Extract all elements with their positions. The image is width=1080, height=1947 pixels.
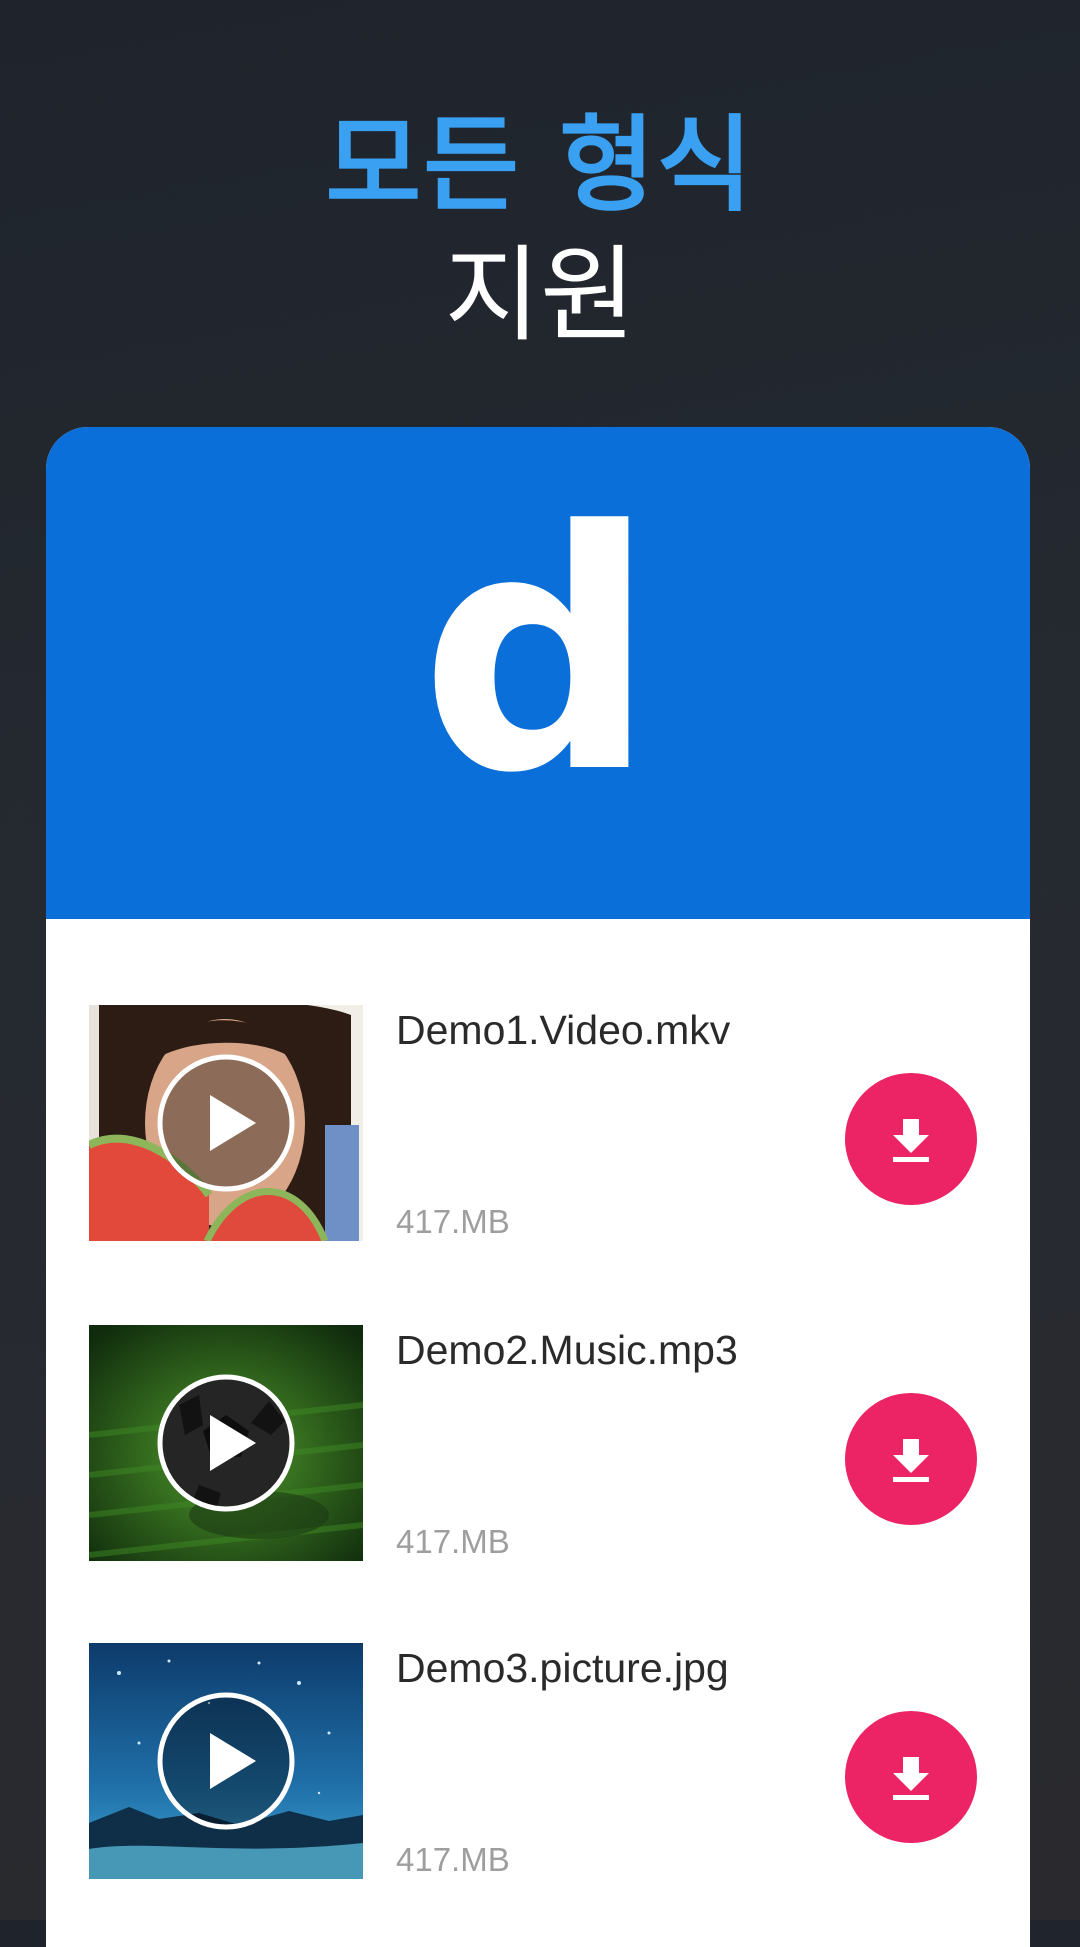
download-icon xyxy=(893,1757,929,1800)
play-icon[interactable] xyxy=(156,1373,296,1513)
file-name: Demo1.Video.mkv xyxy=(396,1007,731,1053)
picture-thumbnail[interactable] xyxy=(89,1643,363,1879)
play-icon[interactable] xyxy=(156,1053,296,1193)
brand-banner: d xyxy=(46,427,1030,919)
download-button[interactable] xyxy=(845,1073,977,1205)
file-size: 417.MB xyxy=(396,1523,510,1560)
play-icon[interactable] xyxy=(156,1691,296,1831)
download-icon xyxy=(893,1439,929,1482)
file-name: Demo3.picture.jpg xyxy=(396,1645,729,1691)
file-name: Demo2.Music.mp3 xyxy=(396,1327,738,1373)
brand-logo: d xyxy=(420,461,656,845)
headline-subtitle: 지원 xyxy=(444,234,636,356)
file-row[interactable]: Demo3.picture.jpg 417.MB xyxy=(46,1643,1030,1879)
file-row[interactable]: Demo2.Music.mp3 417.MB xyxy=(46,1325,1030,1561)
headline: 모든 형식 지원 xyxy=(0,100,1080,360)
file-size: 417.MB xyxy=(396,1203,510,1240)
file-size: 417.MB xyxy=(396,1841,510,1878)
download-button[interactable] xyxy=(845,1393,977,1525)
brand-logo-letter: d xyxy=(420,461,656,845)
file-list-card: d Demo1.Video.mkv 417.MB Demo2.Music.mp3… xyxy=(46,427,1030,1947)
file-row[interactable]: Demo1.Video.mkv 417.MB xyxy=(46,1005,1030,1241)
music-thumbnail[interactable] xyxy=(89,1325,363,1561)
video-thumbnail[interactable] xyxy=(89,1005,363,1241)
download-icon xyxy=(893,1119,929,1162)
headline-highlight: 모든 형식 xyxy=(325,104,755,226)
download-button[interactable] xyxy=(845,1711,977,1843)
